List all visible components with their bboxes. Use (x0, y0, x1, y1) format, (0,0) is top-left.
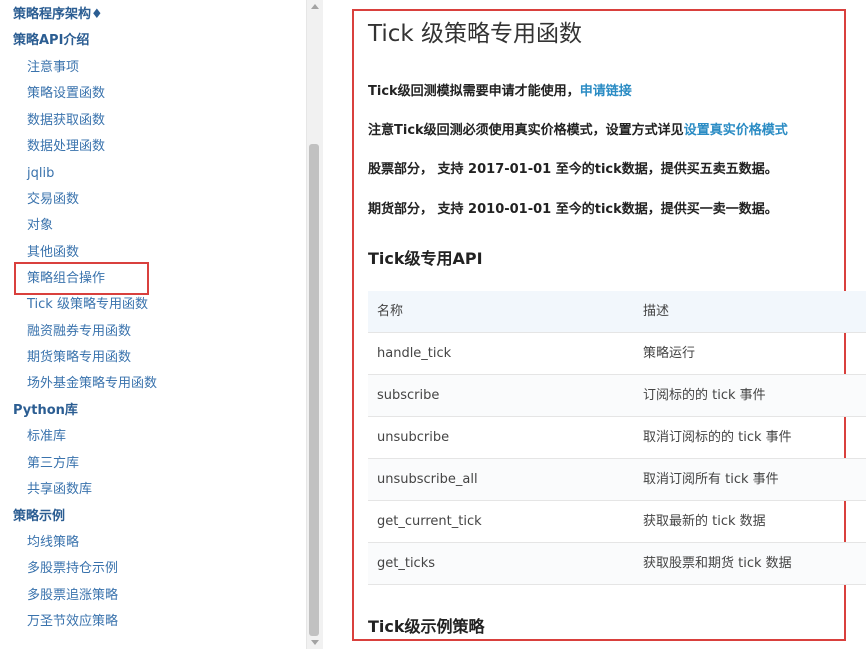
table-cell-desc: 取消订阅标的的 tick 事件 (643, 430, 792, 445)
sidebar-item-python-libs[interactable]: Python库 (13, 400, 78, 422)
table-row: unsubcribe 取消订阅标的的 tick 事件 (368, 417, 866, 459)
paragraph-futures-tick: 期货部分， 支持 2010-01-01 至今的tick数据，提供买一卖一数据。 (368, 202, 778, 217)
sidebar-item-jqlib[interactable]: jqlib (27, 163, 54, 185)
table-cell-name: unsubscribe_all (377, 472, 478, 487)
table-header-desc: 描述 (643, 304, 670, 319)
table-cell-name: subscribe (377, 388, 440, 403)
sidebar-item-momentum[interactable]: 多股票追涨策略 (27, 585, 118, 607)
sidebar-item-otc-fund-funcs[interactable]: 场外基金策略专用函数 (27, 373, 157, 395)
sidebar-nav: 策略程序架构♦ 策略API介绍 注意事项 策略设置函数 数据获取函数 数据处理函… (0, 0, 306, 649)
table-cell-name: handle_tick (377, 346, 452, 361)
sidebar-item-objects[interactable]: 对象 (27, 215, 53, 237)
table-cell-desc: 获取最新的 tick 数据 (643, 514, 766, 529)
sidebar-item-api-intro[interactable]: 策略API介绍 (13, 30, 89, 52)
sidebar-item-data-fetch[interactable]: 数据获取函数 (27, 110, 105, 132)
paragraph-real-price-text: 注意Tick级回测必须使用真实价格模式，设置方式详见 (368, 123, 684, 138)
table-header-row: 名称 描述 (368, 291, 866, 333)
sidebar-item-stdlib[interactable]: 标准库 (27, 426, 66, 448)
table-cell-desc: 获取股票和期货 tick 数据 (643, 556, 792, 571)
example-heading: Tick级示例策略 (368, 617, 485, 636)
api-table: 名称 描述 handle_tick 策略运行 subscribe 订阅标的的 t… (368, 291, 866, 585)
api-heading: Tick级专用API (368, 249, 483, 268)
sidebar-item-futures-funcs[interactable]: 期货策略专用函数 (27, 347, 131, 369)
sidebar-item-third-party[interactable]: 第三方库 (27, 453, 79, 475)
table-cell-name: get_ticks (377, 556, 436, 571)
sidebar-item-shared-libs[interactable]: 共享函数库 (27, 479, 92, 501)
sidebar-item-other-funcs[interactable]: 其他函数 (27, 242, 79, 264)
sidebar-item-architecture[interactable]: 策略程序架构♦ (13, 4, 103, 26)
table-cell-desc: 策略运行 (643, 346, 696, 361)
highlight-box (14, 262, 149, 295)
apply-link[interactable]: 申请链接 (580, 84, 632, 99)
sidebar-item-tick-funcs[interactable]: Tick 级策略专用函数 (27, 294, 148, 316)
scrollbar-thumb[interactable] (309, 144, 319, 636)
paragraph-apply-text: Tick级回测模拟需要申请才能使用， (368, 84, 580, 99)
sidebar-item-halloween[interactable]: 万圣节效应策略 (27, 611, 118, 633)
sidebar-item-settings-funcs[interactable]: 策略设置函数 (27, 83, 105, 105)
table-row: handle_tick 策略运行 (368, 333, 866, 375)
paragraph-real-price: 注意Tick级回测必须使用真实价格模式，设置方式详见设置真实价格模式 (368, 119, 788, 138)
table-cell-desc: 订阅标的的 tick 事件 (643, 388, 766, 403)
sidebar-item-examples[interactable]: 策略示例 (13, 506, 65, 528)
paragraph-stock-tick: 股票部分， 支持 2017-01-01 至今的tick数据，提供买五卖五数据。 (368, 162, 778, 177)
table-row: unsubscribe_all 取消订阅所有 tick 事件 (368, 459, 866, 501)
scroll-down-arrow-icon[interactable] (311, 640, 319, 645)
table-cell-name: get_current_tick (377, 514, 482, 529)
table-cell-desc: 取消订阅所有 tick 事件 (643, 472, 779, 487)
sidebar-item-data-process[interactable]: 数据处理函数 (27, 136, 105, 158)
sidebar-item-margin-funcs[interactable]: 融资融券专用函数 (27, 321, 131, 343)
paragraph-apply: Tick级回测模拟需要申请才能使用，申请链接 (368, 80, 632, 99)
sidebar-item-notes[interactable]: 注意事项 (27, 57, 79, 79)
sidebar-item-trade-funcs[interactable]: 交易函数 (27, 189, 79, 211)
table-row: get_ticks 获取股票和期货 tick 数据 (368, 543, 866, 585)
sidebar-item-ma-strategy[interactable]: 均线策略 (27, 532, 79, 554)
table-row: get_current_tick 获取最新的 tick 数据 (368, 501, 866, 543)
real-price-mode-link[interactable]: 设置真实价格模式 (684, 123, 788, 138)
table-cell-name: unsubcribe (377, 430, 450, 445)
scroll-up-arrow-icon[interactable] (311, 4, 319, 9)
table-row: subscribe 订阅标的的 tick 事件 (368, 375, 866, 417)
table-header-name: 名称 (377, 304, 404, 319)
page-title: Tick 级策略专用函数 (368, 21, 583, 47)
sidebar-item-multi-stock[interactable]: 多股票持仓示例 (27, 558, 118, 580)
